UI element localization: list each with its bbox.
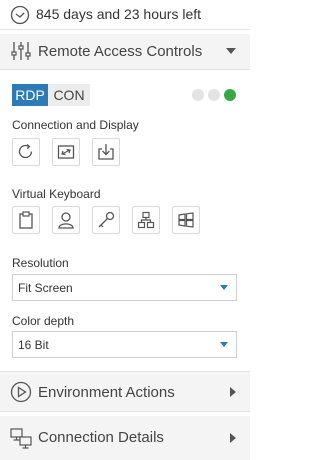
resolution-select[interactable]: Fit Screen xyxy=(12,274,237,301)
user-button[interactable] xyxy=(52,206,80,234)
status-dot-active xyxy=(224,89,236,101)
refresh-icon xyxy=(18,143,33,159)
computers-icon xyxy=(10,428,32,449)
color-depth-select[interactable]: 16 Bit xyxy=(12,331,237,358)
environment-actions-header[interactable]: Environment Actions xyxy=(0,372,250,412)
remote-access-controls-title: Remote Access Controls xyxy=(38,43,203,60)
windows-key-button[interactable] xyxy=(172,206,200,234)
chevron-right-icon xyxy=(230,387,236,397)
reconnect-button[interactable] xyxy=(12,138,40,166)
dropdown-arrow-icon xyxy=(220,342,228,347)
sliders-icon xyxy=(11,42,31,60)
color-depth-value: 16 Bit xyxy=(18,338,49,352)
connection-details-header[interactable]: Connection Details xyxy=(0,416,250,460)
status-dot xyxy=(192,89,204,101)
time-remaining-text: 845 days and 23 hours left xyxy=(36,6,202,22)
download-icon xyxy=(98,144,114,160)
clock-icon xyxy=(10,5,30,25)
resolution-label: Resolution xyxy=(12,256,69,270)
fullscreen-icon xyxy=(57,145,75,159)
windows-icon xyxy=(178,212,194,228)
remote-access-controls-header[interactable]: Remote Access Controls xyxy=(0,34,250,70)
time-remaining-bar: 845 days and 23 hours left xyxy=(0,0,250,30)
environment-actions-title: Environment Actions xyxy=(38,384,175,401)
status-dot xyxy=(208,89,220,101)
fullscreen-button[interactable] xyxy=(52,138,80,166)
connection-details-title: Connection Details xyxy=(38,429,164,446)
color-depth-label: Color depth xyxy=(12,314,75,328)
key-button[interactable] xyxy=(92,206,120,234)
clipboard-icon xyxy=(19,211,33,229)
tab-con[interactable]: CON xyxy=(48,84,90,106)
chevron-right-icon xyxy=(230,433,236,443)
clipboard-button[interactable] xyxy=(12,206,40,234)
download-button[interactable] xyxy=(92,138,120,166)
chevron-down-icon xyxy=(226,48,236,54)
virtual-keyboard-label: Virtual Keyboard xyxy=(12,187,101,201)
network-button[interactable] xyxy=(132,206,160,234)
connection-display-label: Connection and Display xyxy=(12,118,139,132)
key-icon xyxy=(98,211,115,228)
dropdown-arrow-icon xyxy=(220,285,228,290)
play-circle-icon xyxy=(10,381,32,403)
resolution-value: Fit Screen xyxy=(18,281,73,295)
user-icon xyxy=(58,212,74,229)
network-icon xyxy=(137,211,155,229)
tab-rdp[interactable]: RDP xyxy=(12,84,48,106)
